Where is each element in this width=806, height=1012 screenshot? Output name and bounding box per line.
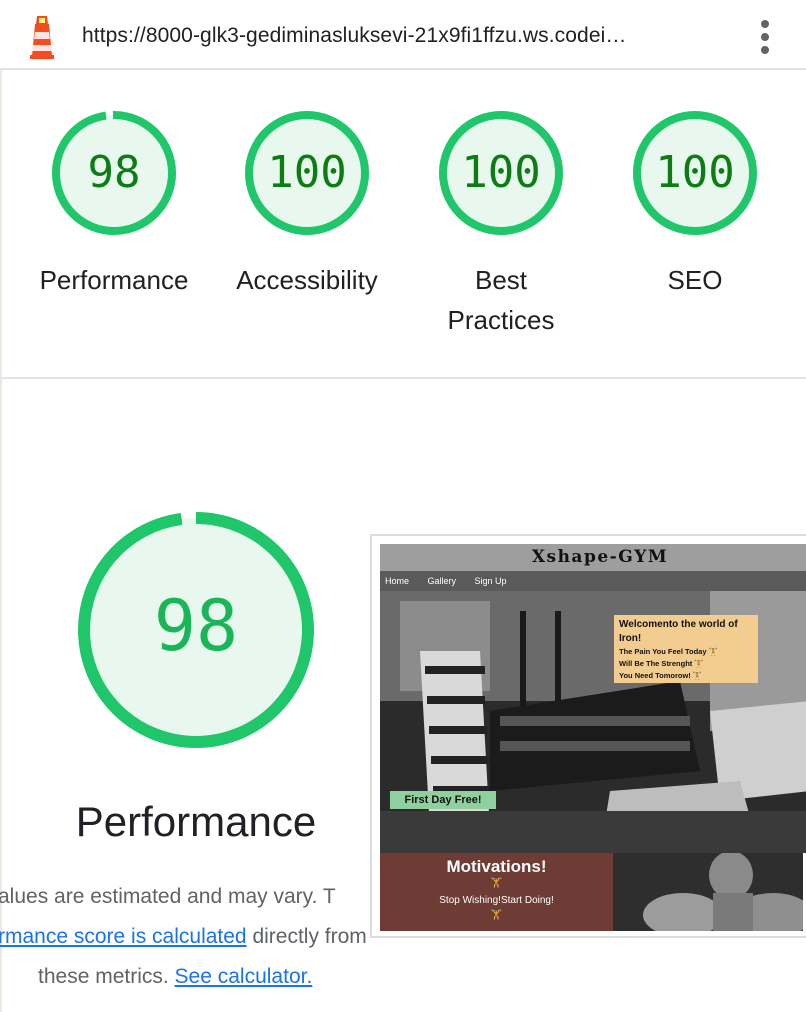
gauge-label: Performance	[39, 265, 189, 295]
dumbbell-icon: 🏋	[490, 878, 503, 889]
top-bar: https://8000-glk3-gediminasluksevi-21x9f…	[0, 0, 806, 70]
page-url: https://8000-glk3-gediminasluksevi-21x9f…	[82, 24, 627, 47]
site-nav-signup: Sign Up	[474, 576, 507, 586]
left-edge-rule	[0, 0, 2, 1012]
lighthouse-icon	[30, 16, 54, 59]
gauge-score: 100	[267, 147, 347, 198]
gauge-score: 100	[655, 147, 735, 198]
gauge-best-practices[interactable]: 100 Best Practices	[413, 108, 589, 340]
hero-image: Welcomento the world of Iron! The Pain Y…	[380, 591, 806, 853]
gauge-seo[interactable]: 100 SEO	[607, 108, 783, 300]
gauge-label: SEO	[667, 265, 723, 295]
description-line-3-text: these metrics.	[38, 965, 175, 988]
gauge-performance[interactable]: 98 Performance	[26, 108, 202, 300]
gauge-ring[interactable]: 98	[49, 108, 179, 238]
first-day-free-tag: First Day Free!	[390, 791, 496, 809]
motivation-text: Stop Wishing!Start Doing!	[439, 895, 554, 906]
description-line-1: alues are estimated and may vary. T	[0, 885, 336, 908]
motivation-panel: Motivations! 🏋 Stop Wishing!Start Doing!…	[380, 853, 613, 931]
gauge-accessibility[interactable]: 100 Accessibility	[219, 108, 395, 300]
hero-line-1: The Pain You Feel Today 🏋	[619, 647, 718, 656]
site-nav-home: Home	[385, 576, 410, 586]
gauge-ring[interactable]: 100	[436, 108, 566, 238]
final-screenshot[interactable]: Xshape-GYM Home Gallery Sign Up Welcomen…	[370, 534, 806, 938]
site-nav: Home Gallery Sign Up	[380, 571, 806, 591]
performance-title: Performance	[75, 798, 317, 845]
gauge-label-line2: Practices	[447, 305, 555, 335]
bodybuilder-image	[613, 853, 803, 931]
hero-line-3: You Need Tomorow! 🏋	[619, 671, 703, 680]
gauge-label: Accessibility	[236, 265, 378, 295]
section-divider	[2, 377, 806, 379]
gauge-score: 100	[461, 147, 541, 198]
hero-line-2: Will Be The Strenght 🏋	[619, 659, 704, 668]
hero-message-box: Welcomento the world of Iron! The Pain Y…	[614, 615, 758, 683]
gauge-label: Best Practices	[413, 260, 589, 340]
gauge-ring[interactable]: 100	[630, 108, 760, 238]
dumbbell-icon: 🏋	[490, 910, 503, 921]
site-nav-gallery: Gallery	[427, 576, 456, 586]
see-calculator-link[interactable]: See calculator.	[175, 965, 313, 988]
score-calculation-link[interactable]: rmance score is calculated	[0, 925, 247, 948]
gauge-score: 98	[87, 147, 141, 198]
description-line-3: these metrics. See calculator.	[38, 956, 312, 997]
more-vert-icon[interactable]	[758, 20, 772, 54]
site-title: Xshape-GYM	[380, 544, 806, 571]
motivation-title: Motivations!	[446, 857, 547, 876]
description-line-2: rmance score is calculated directly from	[0, 916, 367, 957]
gauge-ring[interactable]: 100	[242, 108, 372, 238]
hero-heading: Welcomento the world of Iron!	[619, 619, 738, 644]
performance-score: 98	[153, 585, 239, 667]
bodybuilder-photo-icon	[613, 853, 803, 931]
gauge-label-line1: Best	[474, 265, 528, 295]
description-line-2-rest: directly from	[246, 925, 367, 948]
